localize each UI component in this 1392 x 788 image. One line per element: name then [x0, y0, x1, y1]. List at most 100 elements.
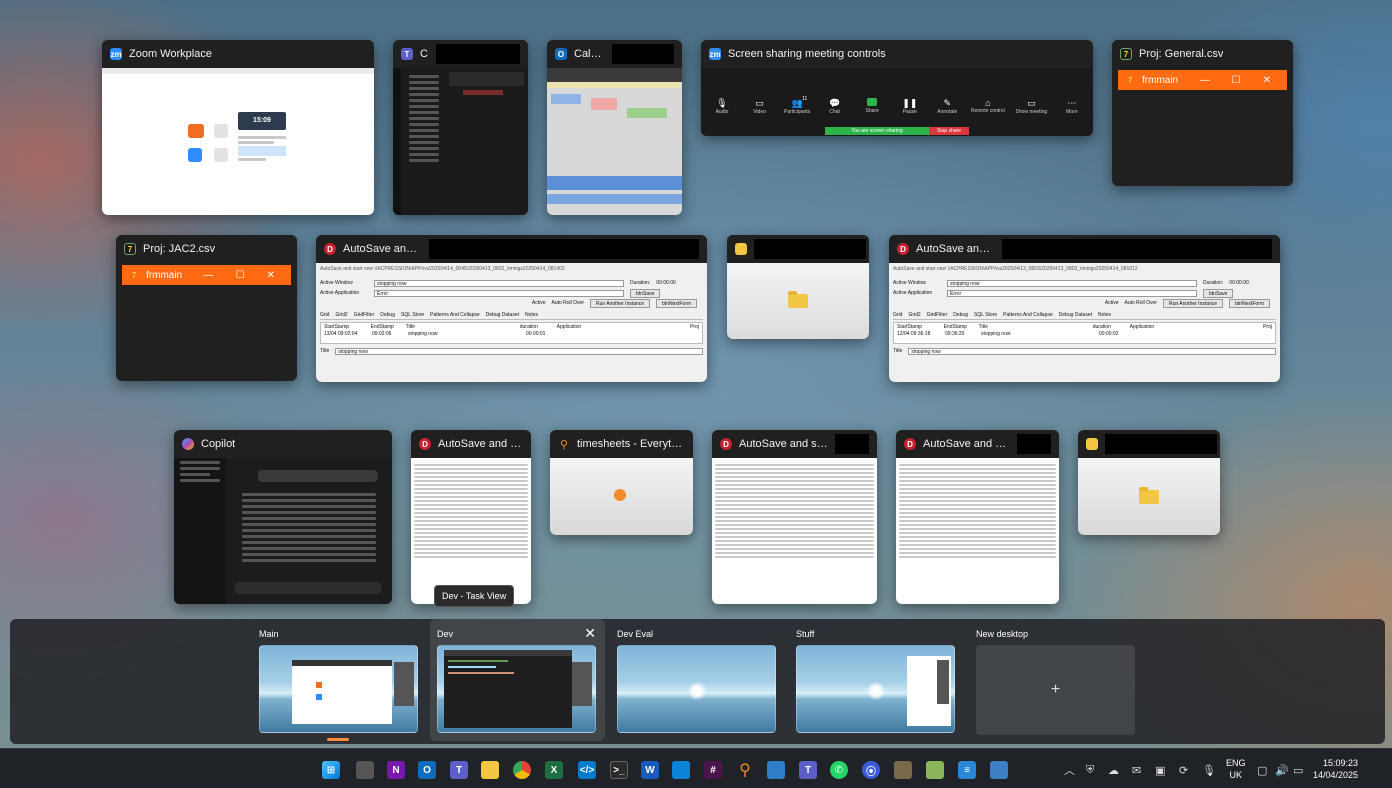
window-autosave-3[interactable]: D AutoSave and start... — [411, 430, 531, 604]
clock[interactable]: 15:09:23 14/04/2025 — [1313, 757, 1358, 781]
desktop-thumbnail — [437, 645, 596, 733]
word-icon[interactable]: W — [641, 761, 659, 779]
outlook-tray-icon[interactable]: ▣ — [1155, 761, 1165, 779]
excel-icon[interactable]: X — [545, 761, 563, 779]
everything-search-icon[interactable]: ⚲ — [736, 761, 754, 779]
window-title: Screen sharing meeting controls — [728, 48, 886, 60]
vscode-icon[interactable]: </> — [578, 761, 596, 779]
terminal-icon[interactable]: >_ — [610, 761, 628, 779]
col-header: EndStamp — [370, 324, 394, 330]
window-chat[interactable]: T Chat — [393, 40, 528, 215]
window-copilot[interactable]: Copilot — [174, 430, 392, 604]
window-preview: 15:09 — [102, 68, 374, 215]
inner-form-title: frmmain — [146, 269, 183, 281]
autosave-form: AutoSave and start new \\ACPRESSION\APPr… — [889, 263, 1280, 382]
language-indicator[interactable]: ENG UK — [1226, 757, 1246, 781]
window-autosave-1[interactable]: D AutoSave and start new AutoSave and st… — [316, 235, 707, 382]
sharing-status: You are screen sharing — [825, 127, 929, 135]
sync-icon[interactable]: ⟳ — [1179, 761, 1188, 779]
onenote-icon[interactable]: N — [387, 761, 405, 779]
window-autosave-2[interactable]: D AutoSave and start new AutoSave and st… — [889, 235, 1280, 382]
btn-another: Run Another Instance — [590, 298, 651, 308]
tab: Debug — [953, 312, 968, 318]
control-more: ⋯ More — [1055, 98, 1089, 115]
chrome-icon[interactable] — [513, 761, 531, 779]
remote-desktop-icon[interactable] — [990, 761, 1008, 779]
network-icon[interactable]: ▢ — [1257, 761, 1267, 779]
app-icon[interactable] — [894, 761, 912, 779]
control-label: Audio — [715, 109, 729, 115]
control-chat: 💬 Chat — [818, 98, 852, 115]
window-autosave-5[interactable]: D AutoSave and start new — [896, 430, 1059, 604]
window-timesheets-everything[interactable]: ⚲ timesheets - Everything — [550, 430, 693, 535]
microphone-icon[interactable]: 🎙 — [1202, 761, 1216, 779]
slack-icon[interactable]: # — [704, 761, 722, 779]
close-icon[interactable]: ✕ — [584, 625, 596, 642]
desktop-stuff[interactable]: Stuff — [789, 619, 962, 741]
col-header: Application — [1129, 324, 1155, 330]
window-folder-2[interactable] — [1078, 430, 1220, 535]
window-titlebar: 7 Proj: General.csv — [1112, 40, 1293, 68]
col-header: Title — [405, 324, 415, 330]
notepad-icon[interactable] — [926, 761, 944, 779]
snipping-icon[interactable] — [672, 761, 690, 779]
tab: Notes — [525, 312, 539, 318]
pause-icon: ❚❚ — [902, 98, 918, 108]
window-proj-jac2[interactable]: 7 Proj: JAC2.csv 7 frmmain — ☐ ✕ — [116, 235, 297, 381]
desktop-label: Dev Eval — [617, 629, 654, 639]
folder-icon — [1139, 487, 1159, 504]
delphi-icon: D — [904, 438, 916, 450]
window-zoom-workplace[interactable]: zm Zoom Workplace 15:09 — [102, 40, 374, 215]
chk-active: Active — [1104, 300, 1119, 306]
photos-icon[interactable] — [767, 761, 785, 779]
folder-icon — [735, 243, 747, 255]
desktop-main[interactable]: Main — [252, 619, 425, 741]
teams-icon[interactable]: T — [450, 761, 468, 779]
desktop-thumbnail — [259, 645, 418, 733]
delphi-icon: D — [419, 438, 431, 450]
window-titlebar: Copilot — [174, 430, 392, 458]
control-label: Remote control — [970, 108, 1005, 114]
outlook-icon[interactable]: O — [418, 761, 436, 779]
window-proj-general[interactable]: 7 Proj: General.csv 7 frmmain — ☐ ✕ — [1112, 40, 1293, 186]
file-explorer-icon[interactable] — [481, 761, 499, 779]
share-screen-icon — [214, 148, 228, 162]
window-preview: 🎙 Audio ▭ Video 👥 11 Participants 💬 Chat Shar… — [701, 68, 1093, 136]
control-label: Video — [753, 109, 766, 115]
active-app-field: Error — [947, 289, 1197, 297]
teams-icon[interactable]: T — [799, 761, 817, 779]
new-desktop-button[interactable]: + — [976, 645, 1135, 735]
control-show-meeting: ▭ Show meeting — [1011, 98, 1051, 115]
chevron-up-icon[interactable]: ︿ — [1064, 761, 1075, 779]
task-view-icon[interactable] — [356, 761, 374, 779]
onedrive-icon[interactable]: ☁ — [1108, 761, 1119, 779]
chat-icon: 💬 — [829, 98, 841, 108]
active-app-field: Error — [374, 289, 624, 297]
form-path: AutoSave and start new \\ACPRESSION\APPr… — [320, 266, 565, 272]
desktop-dev[interactable]: Dev ✕ — [430, 619, 605, 741]
security-icon[interactable]: ⛨ — [1086, 761, 1094, 779]
mail-icon[interactable]: ✉ — [1132, 761, 1141, 779]
form-grid: StartStamp EndStamp Title duration Applicati… — [893, 322, 1276, 344]
stop-share: Stop share — [929, 127, 969, 135]
start-icon[interactable]: ⊞ — [322, 761, 340, 779]
window-titlebar: D AutoSave and start... — [411, 430, 531, 458]
tab: GridFilter — [926, 312, 948, 318]
window-titlebar — [727, 235, 869, 263]
form-tabs: Grid Grid2 GridFilter Debug SQL Store Pattern… — [320, 312, 703, 320]
battery-icon[interactable]: ▭ — [1293, 761, 1303, 779]
window-autosave-4[interactable]: D AutoSave and start new — [712, 430, 877, 604]
window-preview — [411, 458, 531, 604]
window-folder-1[interactable] — [727, 235, 869, 339]
window-calendar[interactable]: O Calendar — [547, 40, 682, 215]
redacted-block — [612, 44, 674, 64]
join-icon — [214, 124, 228, 138]
label: Active Application — [893, 290, 933, 296]
volume-icon[interactable]: 🔊 — [1275, 761, 1289, 779]
window-screen-sharing-controls[interactable]: zm Screen sharing meeting controls 🎙 Audi… — [701, 40, 1093, 136]
document-icon[interactable]: ≡ — [958, 761, 976, 779]
whatsapp-icon[interactable]: ✆ — [830, 761, 848, 779]
password-icon[interactable]: ⦿ — [862, 761, 880, 779]
desktop-dev-eval[interactable]: Dev Eval — [610, 619, 783, 741]
window-preview — [727, 263, 869, 339]
